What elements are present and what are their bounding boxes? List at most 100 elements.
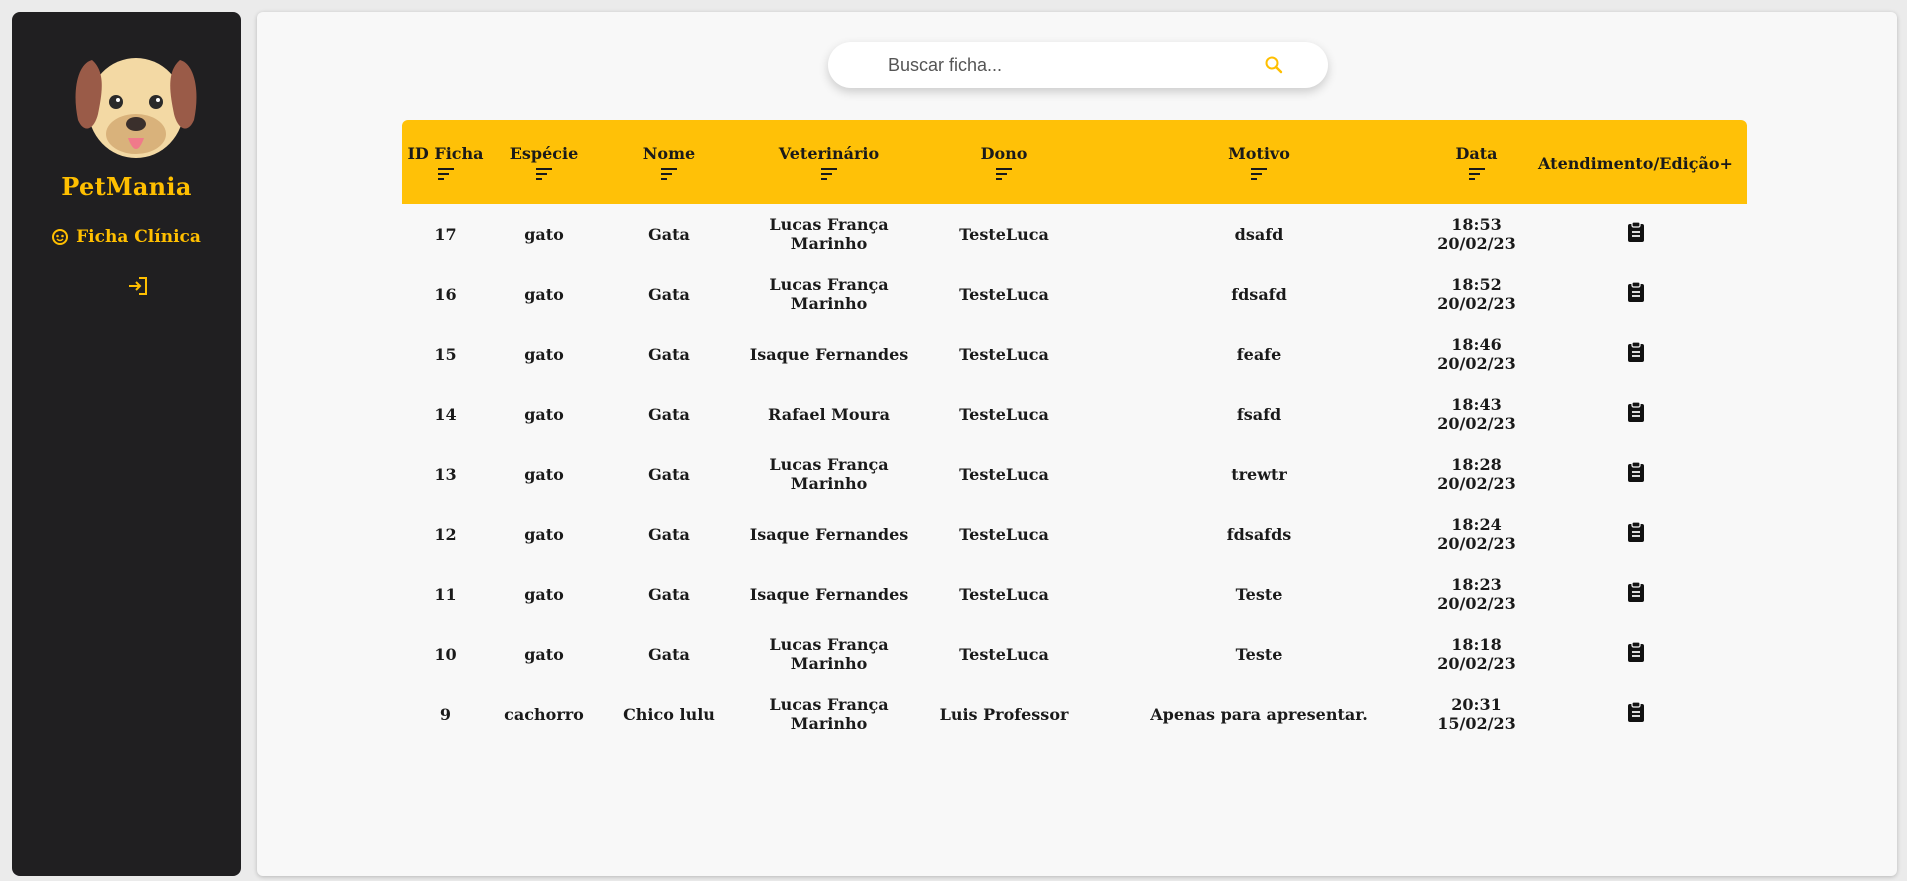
search-icon[interactable] (1264, 55, 1284, 75)
clipboard-icon[interactable] (1626, 341, 1646, 363)
clipboard-icon[interactable] (1626, 701, 1646, 723)
cell-dono: TesteLuca (959, 284, 1049, 304)
sort-icon[interactable] (994, 166, 1014, 182)
cell-time: 18:18 (1451, 635, 1502, 654)
column-header-data[interactable]: Data (1429, 120, 1524, 204)
cell-dono: TesteLuca (959, 584, 1049, 604)
cell-veterinario: Lucas França Marinho (769, 635, 889, 673)
cell-motivo: Apenas para apresentar. (1150, 704, 1368, 724)
cell-data: 18:53 20/02/23 (1429, 204, 1524, 264)
clipboard-icon[interactable] (1626, 401, 1646, 423)
clipboard-icon[interactable] (1626, 461, 1646, 483)
cell-veterinario: Rafael Moura (768, 404, 890, 424)
cell-dono: TesteLuca (959, 464, 1049, 484)
column-header-veterinario[interactable]: Veterinário (739, 120, 919, 204)
cell-action (1524, 504, 1747, 564)
cell-especie: gato (524, 284, 564, 304)
nav-item-ficha-clinica[interactable]: Ficha Clínica (12, 227, 241, 247)
nav-item-label: Ficha Clínica (76, 227, 201, 247)
clipboard-icon[interactable] (1626, 221, 1646, 243)
table-row: 13 gato Gata Lucas França Marinho TesteLuca t… (402, 444, 1747, 504)
sort-icon[interactable] (1467, 166, 1487, 182)
cell-time: 18:53 (1451, 215, 1502, 234)
cell-data: 18:24 20/02/23 (1429, 504, 1524, 564)
cell-time: 18:28 (1451, 455, 1502, 474)
cell-especie: gato (524, 524, 564, 544)
sort-icon[interactable] (659, 166, 679, 182)
table-row: 12 gato Gata Isaque Fernandes TesteLuca fdsaf… (402, 504, 1747, 564)
cell-veterinario: Lucas França Marinho (769, 275, 889, 313)
cell-date: 20/02/23 (1437, 414, 1516, 433)
column-header-dono[interactable]: Dono (919, 120, 1089, 204)
cell-dono: TesteLuca (959, 224, 1049, 244)
cell-motivo: Teste (1235, 644, 1283, 664)
cell-time: 18:23 (1451, 575, 1502, 594)
column-header-atendimento: Atendimento/Edição+ (1538, 153, 1733, 173)
column-header-nome[interactable]: Nome (599, 120, 739, 204)
search-bar (828, 42, 1328, 88)
cell-time: 18:43 (1451, 395, 1502, 414)
clipboard-icon[interactable] (1626, 581, 1646, 603)
cell-date: 20/02/23 (1437, 234, 1516, 253)
sort-icon[interactable] (819, 166, 839, 182)
column-header-motivo[interactable]: Motivo (1089, 120, 1429, 204)
cell-data: 18:52 20/02/23 (1429, 264, 1524, 324)
cell-date: 20/02/23 (1437, 534, 1516, 553)
cell-dono: TesteLuca (959, 644, 1049, 664)
cell-veterinario: Isaque Fernandes (749, 344, 909, 364)
paw-emoji-icon (52, 229, 69, 245)
sort-icon[interactable] (1249, 166, 1269, 182)
cell-veterinario: Lucas França Marinho (769, 695, 889, 733)
cell-id: 9 (439, 704, 452, 724)
cell-dono: TesteLuca (959, 344, 1049, 364)
cell-especie: gato (524, 404, 564, 424)
cell-especie: gato (524, 644, 564, 664)
cell-date: 20/02/23 (1437, 654, 1516, 673)
cell-especie: gato (524, 464, 564, 484)
cell-motivo: dsafd (1234, 224, 1284, 244)
column-header-especie[interactable]: Espécie (489, 120, 599, 204)
cell-action (1524, 264, 1747, 324)
cell-especie: gato (524, 584, 564, 604)
cell-id: 15 (434, 344, 457, 364)
cell-nome: Gata (648, 344, 690, 364)
sort-icon[interactable] (534, 166, 554, 182)
column-header-id[interactable]: ID Ficha (402, 120, 489, 204)
cell-especie: cachorro (504, 704, 584, 724)
clipboard-icon[interactable] (1626, 521, 1646, 543)
cell-data: 18:18 20/02/23 (1429, 624, 1524, 684)
table-row: 11 gato Gata Isaque Fernandes TesteLuca Teste… (402, 564, 1747, 624)
brand-name: PetMania (61, 172, 192, 201)
cell-nome: Gata (648, 224, 690, 244)
table-row: 14 gato Gata Rafael Moura TesteLuca fsafd 18:4… (402, 384, 1747, 444)
cell-motivo: fdsafd (1231, 284, 1287, 304)
search-input[interactable] (888, 50, 1248, 80)
cell-id: 10 (434, 644, 457, 664)
cell-date: 20/02/23 (1437, 294, 1516, 313)
cell-id: 14 (434, 404, 457, 424)
table-header: ID Ficha Espécie Nome Veterinário Dono M… (402, 120, 1747, 204)
cell-action (1524, 384, 1747, 444)
cell-veterinario: Isaque Fernandes (749, 524, 909, 544)
cell-time: 18:24 (1451, 515, 1502, 534)
main-panel: ID Ficha Espécie Nome Veterinário Dono M… (257, 12, 1897, 876)
cell-veterinario: Isaque Fernandes (749, 584, 909, 604)
cell-nome: Gata (648, 584, 690, 604)
cell-id: 13 (434, 464, 457, 484)
cell-time: 20:31 (1451, 695, 1502, 714)
logout-icon[interactable] (126, 274, 150, 298)
dog-face-logo (75, 58, 197, 158)
cell-data: 18:23 20/02/23 (1429, 564, 1524, 624)
cell-action (1524, 684, 1747, 744)
cell-date: 20/02/23 (1437, 354, 1516, 373)
clipboard-icon[interactable] (1626, 641, 1646, 663)
cell-date: 15/02/23 (1437, 714, 1516, 733)
cell-nome: Gata (648, 464, 690, 484)
cell-motivo: fsafd (1236, 404, 1282, 424)
sort-icon[interactable] (436, 166, 456, 182)
cell-time: 18:52 (1451, 275, 1502, 294)
cell-action (1524, 324, 1747, 384)
cell-nome: Chico lulu (623, 704, 715, 724)
clipboard-icon[interactable] (1626, 281, 1646, 303)
cell-nome: Gata (648, 284, 690, 304)
